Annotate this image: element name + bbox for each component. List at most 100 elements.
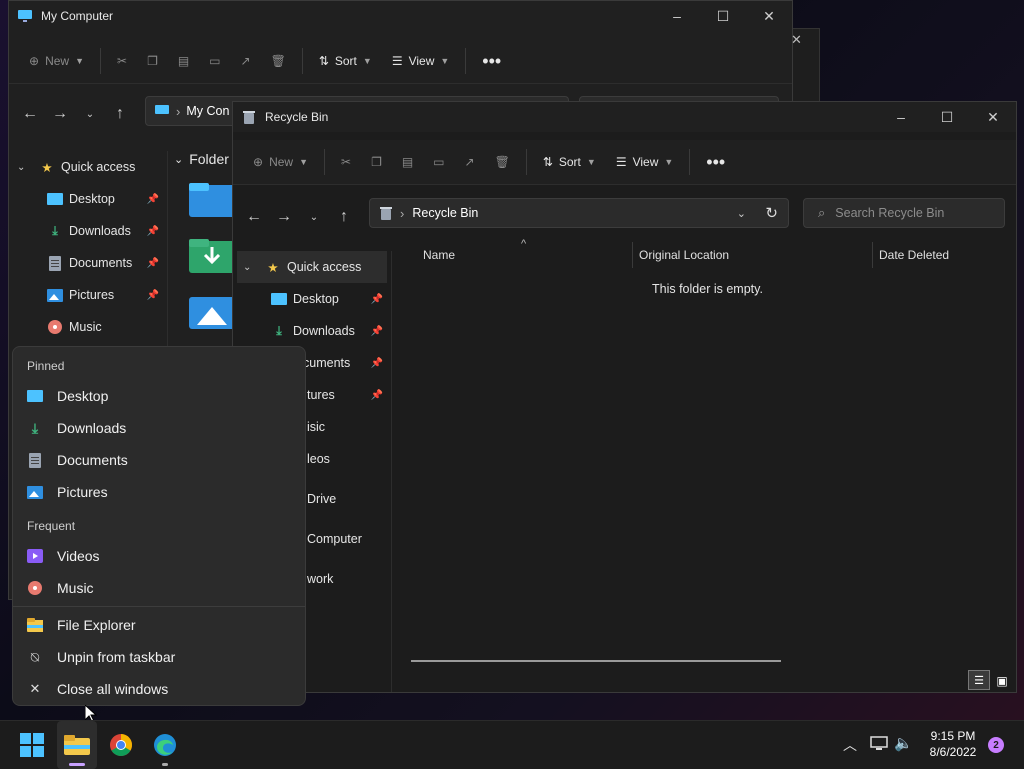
horizontal-scrollbar[interactable] [411, 660, 781, 662]
folders-section-header[interactable]: ⌄ Folder [174, 151, 229, 167]
copy-button[interactable]: ❐ [137, 45, 168, 77]
recent-chevron-icon[interactable]: ⌄ [75, 99, 105, 129]
address-bar[interactable]: › Recycle Bin ⌄ ↻ [369, 198, 789, 228]
sort-button[interactable]: ⇅ Sort ▼ [533, 146, 606, 178]
delete-button[interactable]: 🗑 [261, 45, 296, 77]
delete-button[interactable]: 🗑 [485, 146, 520, 178]
column-header-original-location[interactable]: Original Location [639, 248, 869, 272]
jump-list-label: Documents [57, 452, 128, 468]
copy-button[interactable]: ❐ [361, 146, 392, 178]
refresh-icon[interactable]: ↻ [765, 204, 778, 222]
more-options-button[interactable]: ••• [472, 45, 511, 77]
search-box[interactable]: ⌕ Search Recycle Bin [803, 198, 1005, 228]
recent-chevron-icon[interactable]: ⌄ [299, 202, 329, 232]
recycle-bin-titlebar[interactable]: Recycle Bin – ☐ ✕ [233, 102, 1016, 132]
new-button[interactable]: ⊕ New ▼ [243, 146, 318, 178]
clock[interactable]: 9:15 PM 8/6/2022 [920, 729, 986, 759]
nav-label: Desktop [69, 192, 115, 206]
nav-desktop[interactable]: Desktop 📌 [233, 283, 391, 315]
forward-arrow-icon[interactable]: → [269, 202, 299, 232]
view-button[interactable]: ☰ View ▼ [382, 45, 459, 77]
pin-icon: 📌 [370, 293, 383, 305]
more-options-button[interactable]: ••• [696, 146, 735, 178]
cut-button[interactable]: ✂ [331, 146, 361, 178]
column-divider[interactable] [632, 242, 633, 268]
column-label: Date Deleted [879, 248, 950, 262]
recycle-bin-window[interactable]: Recycle Bin – ☐ ✕ ⊕ New ▼ ✂ ❐ ▤ ▭ ↗ 🗑 ⇅ … [232, 101, 1017, 693]
nav-label: Quick access [287, 260, 362, 274]
network-icon[interactable] [870, 736, 888, 752]
column-header-date-deleted[interactable]: Date Deleted [879, 248, 1009, 272]
share-button[interactable]: ↗ [231, 45, 261, 77]
sort-button[interactable]: ⇅ Sort ▼ [309, 45, 382, 77]
column-divider[interactable] [872, 242, 873, 268]
document-icon [47, 255, 63, 271]
jump-list-unpin[interactable]: ⍉ Unpin from taskbar [13, 641, 305, 673]
back-arrow-icon[interactable]: ← [239, 202, 269, 232]
downloads-folder-icon [189, 239, 235, 273]
up-arrow-icon[interactable]: ↑ [105, 99, 135, 129]
nav-desktop[interactable]: Desktop 📌 [9, 183, 167, 215]
cut-button[interactable]: ✂ [107, 45, 137, 77]
chevron-down-icon: ▼ [299, 157, 308, 167]
view-button[interactable]: ☰ View ▼ [606, 146, 683, 178]
minimize-button[interactable]: – [878, 102, 924, 132]
jump-list-item-downloads[interactable]: ⤓ Downloads [13, 412, 305, 444]
rename-button[interactable]: ▭ [199, 45, 230, 77]
jump-list-item-desktop[interactable]: Desktop [13, 380, 305, 412]
nav-downloads[interactable]: ⤓ Downloads 📌 [233, 315, 391, 347]
column-header-name[interactable]: Name [423, 248, 633, 272]
folder-tile[interactable] [189, 183, 235, 220]
breadcrumb[interactable]: Recycle Bin [412, 206, 478, 220]
paste-button[interactable]: ▤ [168, 45, 199, 77]
nav-pictures[interactable]: Pictures 📌 [9, 279, 167, 311]
nav-documents[interactable]: Documents 📌 [9, 247, 167, 279]
jump-list-item-pictures[interactable]: Pictures [13, 476, 305, 508]
close-icon[interactable]: ✕ [791, 32, 802, 48]
folder-tile[interactable] [189, 295, 235, 332]
jump-list-item-music[interactable]: Music [13, 572, 305, 604]
jump-list-item-documents[interactable]: Documents [13, 444, 305, 476]
jump-list-open-file-explorer[interactable]: File Explorer [13, 609, 305, 641]
nav-music[interactable]: Music [9, 311, 167, 343]
folder-tile[interactable] [189, 239, 235, 276]
clock-date: 8/6/2022 [929, 745, 977, 759]
notification-badge[interactable]: 2 [988, 737, 1004, 753]
pin-icon: 📌 [146, 289, 159, 301]
address-dropdown-icon[interactable]: ⌄ [737, 207, 746, 220]
taskbar-file-explorer[interactable] [57, 721, 97, 769]
share-button[interactable]: ↗ [455, 146, 485, 178]
taskbar-chrome[interactable] [101, 721, 141, 769]
nav-quick-access[interactable]: ⌄ ★ Quick access [9, 151, 167, 183]
close-button[interactable]: ✕ [746, 1, 792, 31]
column-label: Name [423, 248, 456, 262]
taskbar-edge[interactable] [145, 721, 185, 769]
show-hidden-icons-icon[interactable]: ︿ [843, 735, 857, 755]
forward-arrow-icon[interactable]: → [45, 99, 75, 129]
jump-list-close-all[interactable]: ✕ Close all windows [13, 673, 305, 705]
start-button[interactable] [12, 721, 52, 769]
back-arrow-icon[interactable]: ← [15, 99, 45, 129]
maximize-button[interactable]: ☐ [924, 102, 970, 132]
details-view-button[interactable]: ☰ [968, 670, 990, 690]
new-button[interactable]: ⊕ New ▼ [19, 45, 94, 77]
file-list[interactable]: ^ Name Original Location Date Deleted Th… [393, 238, 1016, 692]
my-computer-titlebar[interactable]: My Computer – ☐ ✕ [9, 1, 792, 31]
tiles-view-button[interactable]: ▣ [992, 672, 1012, 690]
view-icon: ☰ [391, 54, 403, 68]
jump-list-item-videos[interactable]: Videos [13, 540, 305, 572]
close-button[interactable]: ✕ [970, 102, 1016, 132]
nav-downloads[interactable]: ⤓ Downloads 📌 [9, 215, 167, 247]
paste-button[interactable]: ▤ [392, 146, 423, 178]
pictures-icon [47, 287, 63, 303]
toolbar-divider [689, 149, 691, 175]
maximize-button[interactable]: ☐ [700, 1, 746, 31]
running-indicator [162, 763, 168, 766]
rename-button[interactable]: ▭ [423, 146, 454, 178]
up-arrow-icon[interactable]: ↑ [329, 202, 359, 232]
nav-quick-access[interactable]: ⌄ ★ Quick access [237, 251, 387, 283]
toolbar-divider [100, 48, 101, 74]
nav-label: cuments [303, 356, 351, 370]
volume-icon[interactable]: 🔈 [894, 734, 913, 752]
minimize-button[interactable]: – [654, 1, 700, 31]
